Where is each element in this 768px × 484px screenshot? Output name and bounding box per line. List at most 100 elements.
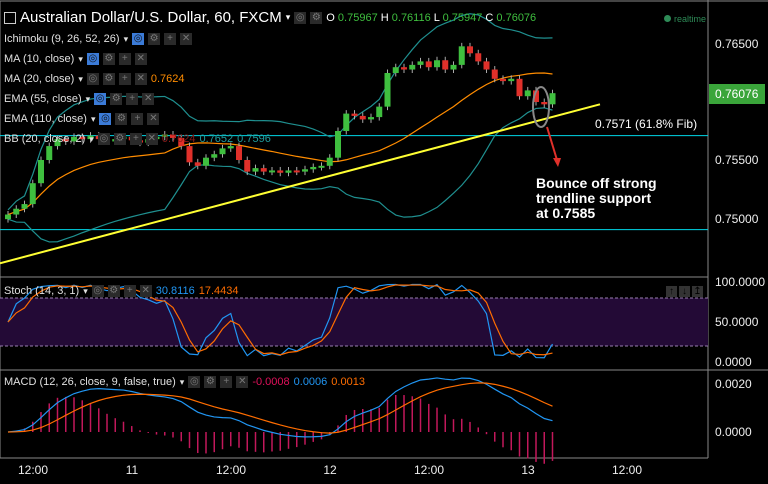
arrow-head-icon [553, 158, 561, 167]
candle [442, 60, 449, 70]
eye-icon[interactable]: ◎ [97, 133, 110, 145]
candle [203, 157, 209, 166]
close-icon[interactable]: ✕ [134, 73, 147, 85]
candle [236, 146, 242, 160]
eye-icon[interactable]: ◎ [188, 376, 201, 388]
indicator-label[interactable]: Ichimoku (9, 26, 52, 26) [4, 33, 120, 45]
gear-icon[interactable]: ⚙ [115, 113, 128, 125]
eye-icon[interactable]: ◎ [94, 93, 107, 105]
plus-icon[interactable]: + [131, 113, 144, 125]
price-tick: 0.75500 [715, 153, 759, 167]
time-tick: 12 [323, 463, 337, 477]
plus-icon[interactable]: + [129, 133, 142, 145]
close-icon[interactable]: ✕ [147, 113, 160, 125]
callout-text: Bounce off strong trendline support at 0.7… [536, 175, 657, 221]
macd-tick: 0.0000 [715, 425, 752, 439]
close-icon[interactable]: ✕ [236, 376, 249, 388]
chevron-down-icon[interactable]: ▾ [86, 94, 91, 105]
indicator-label[interactable]: BB (20, close, 2) [4, 133, 85, 145]
indicator-label[interactable]: MA (20, close) [4, 73, 74, 85]
candle [467, 46, 473, 54]
stoch-label[interactable]: Stoch (14, 3, 1) [4, 285, 79, 297]
chevron-down-icon[interactable]: ▾ [89, 134, 94, 145]
candle [211, 154, 218, 158]
plus-icon[interactable]: + [118, 53, 131, 65]
candle [483, 61, 490, 70]
plus-icon[interactable]: + [220, 376, 233, 388]
candle [310, 166, 317, 170]
eye-icon[interactable]: ◎ [99, 113, 112, 125]
candle [244, 160, 251, 172]
gear-icon[interactable]: ⚙ [148, 33, 161, 45]
arrow-up-icon[interactable]: ↑ [666, 286, 677, 297]
macd-legend: MACD (12, 26, close, 9, false, true) ▾ ◎ ⚙… [4, 376, 365, 388]
indicator-value: 0.7624 [150, 73, 185, 85]
indicator-legend: Ichimoku (9, 26, 52, 26) ▾ ◎ ⚙ + ✕ [4, 33, 193, 45]
close-icon[interactable]: ✕ [139, 285, 152, 297]
candle [260, 168, 267, 172]
candle [252, 168, 259, 172]
trendline [0, 103, 601, 265]
gear-icon[interactable]: ⚙ [102, 53, 115, 65]
arrow-down-icon[interactable]: ↓ [679, 286, 690, 297]
fib-label: 0.7571 (61.8% Fib) [595, 117, 698, 131]
close-icon[interactable]: ✕ [180, 33, 193, 45]
current-price-tag: 0.76076 [709, 84, 765, 104]
plus-icon[interactable]: + [164, 33, 177, 45]
stoch-tick: 0.0000 [715, 355, 752, 369]
close-icon[interactable]: ✕ [145, 133, 158, 145]
maximize-icon[interactable]: ↥ [692, 286, 703, 297]
time-tick: 13 [521, 463, 535, 477]
chevron-down-icon[interactable]: ▾ [83, 286, 88, 297]
indicator-label[interactable]: EMA (55, close) [4, 93, 82, 105]
candle [38, 160, 44, 184]
close-icon[interactable]: ✕ [142, 93, 155, 105]
indicator-legend: BB (20, close, 2) ▾ ◎ ⚙ + ✕ 0.7624 0.7652 0.7596 [4, 133, 271, 145]
plus-icon[interactable]: + [123, 285, 136, 297]
eye-icon[interactable]: ◎ [91, 285, 104, 297]
candle [326, 157, 333, 166]
candle [194, 162, 201, 166]
time-tick: 12:00 [17, 463, 49, 477]
status-dot-icon [664, 15, 671, 22]
gear-icon[interactable]: ⚙ [113, 133, 126, 145]
candle [425, 61, 432, 68]
macd-signal-line [7, 382, 553, 434]
indicator-label[interactable]: EMA (110, close) [4, 113, 87, 125]
chart-title-bar: Australian Dollar/U.S. Dollar, 60, FXCM … [4, 9, 536, 26]
gear-icon[interactable]: ⚙ [110, 93, 123, 105]
candle [21, 204, 28, 209]
gear-icon[interactable]: ⚙ [204, 376, 217, 388]
candle [450, 64, 457, 70]
eye-icon[interactable]: ◎ [294, 11, 307, 24]
close-icon[interactable]: ✕ [134, 53, 147, 65]
candle [293, 170, 300, 173]
gear-icon[interactable]: ⚙ [102, 73, 115, 85]
collapse-icon[interactable] [4, 11, 16, 24]
chevron-down-icon[interactable]: ▾ [124, 34, 129, 45]
gear-icon[interactable]: ⚙ [107, 285, 120, 297]
chevron-down-icon[interactable]: ▾ [91, 114, 96, 125]
candle [541, 102, 548, 105]
eye-icon[interactable]: ◎ [86, 53, 99, 65]
chevron-down-icon[interactable]: ▾ [78, 74, 83, 85]
chevron-down-icon[interactable]: ▾ [78, 54, 83, 65]
candle [508, 78, 515, 82]
gear-icon[interactable]: ⚙ [310, 11, 323, 24]
plus-icon[interactable]: + [126, 93, 139, 105]
chevron-down-icon[interactable]: ▾ [180, 377, 185, 388]
indicator-label[interactable]: MA (10, close) [4, 53, 74, 65]
candle [186, 146, 193, 163]
plus-icon[interactable]: + [118, 73, 131, 85]
macd-label[interactable]: MACD (12, 26, close, 9, false, true) [4, 376, 176, 388]
macd-pane[interactable] [7, 377, 554, 464]
candle [516, 78, 523, 97]
symbol-title[interactable]: Australian Dollar/U.S. Dollar, 60, FXCM [20, 9, 282, 26]
eye-icon[interactable]: ◎ [132, 33, 145, 45]
candle [368, 117, 374, 120]
eye-icon[interactable]: ◎ [86, 73, 99, 85]
realtime-status: realtime [664, 14, 706, 24]
candle [524, 90, 531, 97]
chevron-down-icon[interactable]: ▾ [286, 12, 291, 23]
indicator-value: 0.7624 [161, 133, 196, 145]
